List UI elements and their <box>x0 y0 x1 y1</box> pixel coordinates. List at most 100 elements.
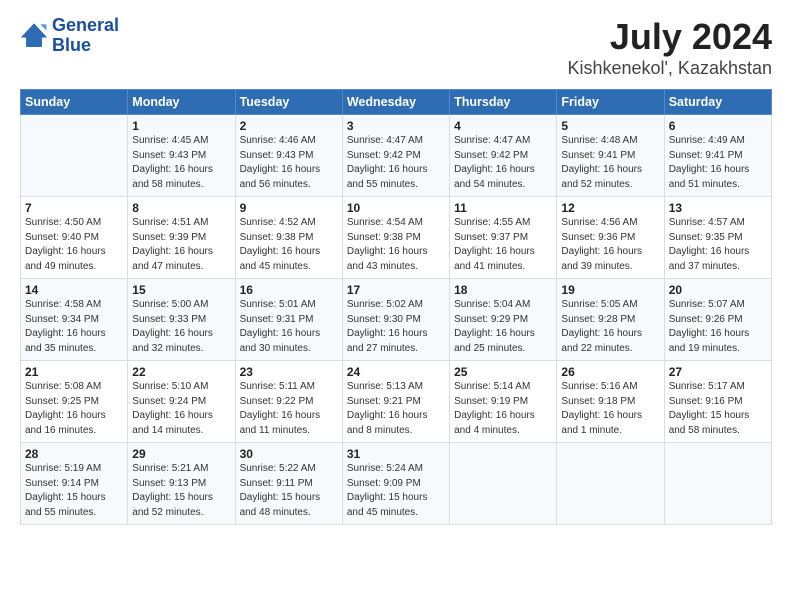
col-header-monday: Monday <box>128 90 235 115</box>
day-number: 22 <box>132 365 230 379</box>
day-number: 8 <box>132 201 230 215</box>
calendar-cell: 2Sunrise: 4:46 AM Sunset: 9:43 PM Daylig… <box>235 115 342 197</box>
cell-info: Sunrise: 5:19 AM Sunset: 9:14 PM Dayligh… <box>25 462 123 520</box>
cell-info: Sunrise: 5:21 AM Sunset: 9:13 PM Dayligh… <box>132 462 230 520</box>
calendar-cell: 31Sunrise: 5:24 AM Sunset: 9:09 PM Dayli… <box>342 443 449 525</box>
cell-info: Sunrise: 4:54 AM Sunset: 9:38 PM Dayligh… <box>347 216 445 274</box>
cell-info: Sunrise: 4:55 AM Sunset: 9:37 PM Dayligh… <box>454 216 552 274</box>
col-header-tuesday: Tuesday <box>235 90 342 115</box>
calendar-week-1: 1Sunrise: 4:45 AM Sunset: 9:43 PM Daylig… <box>21 115 772 197</box>
day-number: 1 <box>132 119 230 133</box>
cell-info: Sunrise: 5:00 AM Sunset: 9:33 PM Dayligh… <box>132 298 230 356</box>
col-header-saturday: Saturday <box>664 90 771 115</box>
page-title: July 2024 <box>567 16 772 58</box>
cell-info: Sunrise: 4:57 AM Sunset: 9:35 PM Dayligh… <box>669 216 767 274</box>
cell-info: Sunrise: 5:01 AM Sunset: 9:31 PM Dayligh… <box>240 298 338 356</box>
cell-info: Sunrise: 5:22 AM Sunset: 9:11 PM Dayligh… <box>240 462 338 520</box>
calendar-cell: 4Sunrise: 4:47 AM Sunset: 9:42 PM Daylig… <box>450 115 557 197</box>
cell-info: Sunrise: 4:52 AM Sunset: 9:38 PM Dayligh… <box>240 216 338 274</box>
day-number: 12 <box>561 201 659 215</box>
page: General Blue July 2024 Kishkenekol', Kaz… <box>0 0 792 612</box>
day-number: 2 <box>240 119 338 133</box>
cell-info: Sunrise: 4:58 AM Sunset: 9:34 PM Dayligh… <box>25 298 123 356</box>
title-block: July 2024 Kishkenekol', Kazakhstan <box>567 16 772 79</box>
calendar-cell: 13Sunrise: 4:57 AM Sunset: 9:35 PM Dayli… <box>664 197 771 279</box>
calendar-cell: 22Sunrise: 5:10 AM Sunset: 9:24 PM Dayli… <box>128 361 235 443</box>
day-number: 17 <box>347 283 445 297</box>
day-number: 15 <box>132 283 230 297</box>
day-number: 14 <box>25 283 123 297</box>
calendar-cell: 9Sunrise: 4:52 AM Sunset: 9:38 PM Daylig… <box>235 197 342 279</box>
cell-info: Sunrise: 5:02 AM Sunset: 9:30 PM Dayligh… <box>347 298 445 356</box>
header-row: SundayMondayTuesdayWednesdayThursdayFrid… <box>21 90 772 115</box>
calendar-cell: 14Sunrise: 4:58 AM Sunset: 9:34 PM Dayli… <box>21 279 128 361</box>
cell-info: Sunrise: 5:08 AM Sunset: 9:25 PM Dayligh… <box>25 380 123 438</box>
day-number: 20 <box>669 283 767 297</box>
logo: General Blue <box>20 16 119 56</box>
calendar-cell: 10Sunrise: 4:54 AM Sunset: 9:38 PM Dayli… <box>342 197 449 279</box>
day-number: 3 <box>347 119 445 133</box>
calendar-cell <box>557 443 664 525</box>
cell-info: Sunrise: 4:50 AM Sunset: 9:40 PM Dayligh… <box>25 216 123 274</box>
calendar-table: SundayMondayTuesdayWednesdayThursdayFrid… <box>20 89 772 525</box>
calendar-week-3: 14Sunrise: 4:58 AM Sunset: 9:34 PM Dayli… <box>21 279 772 361</box>
calendar-cell: 8Sunrise: 4:51 AM Sunset: 9:39 PM Daylig… <box>128 197 235 279</box>
day-number: 25 <box>454 365 552 379</box>
calendar-cell: 15Sunrise: 5:00 AM Sunset: 9:33 PM Dayli… <box>128 279 235 361</box>
calendar-cell: 29Sunrise: 5:21 AM Sunset: 9:13 PM Dayli… <box>128 443 235 525</box>
day-number: 4 <box>454 119 552 133</box>
logo-line2: Blue <box>52 36 119 56</box>
day-number: 31 <box>347 447 445 461</box>
day-number: 30 <box>240 447 338 461</box>
cell-info: Sunrise: 4:46 AM Sunset: 9:43 PM Dayligh… <box>240 134 338 192</box>
calendar-cell: 28Sunrise: 5:19 AM Sunset: 9:14 PM Dayli… <box>21 443 128 525</box>
cell-info: Sunrise: 5:16 AM Sunset: 9:18 PM Dayligh… <box>561 380 659 438</box>
cell-info: Sunrise: 5:13 AM Sunset: 9:21 PM Dayligh… <box>347 380 445 438</box>
calendar-week-5: 28Sunrise: 5:19 AM Sunset: 9:14 PM Dayli… <box>21 443 772 525</box>
calendar-cell: 1Sunrise: 4:45 AM Sunset: 9:43 PM Daylig… <box>128 115 235 197</box>
calendar-cell <box>21 115 128 197</box>
col-header-wednesday: Wednesday <box>342 90 449 115</box>
calendar-cell <box>450 443 557 525</box>
calendar-cell: 20Sunrise: 5:07 AM Sunset: 9:26 PM Dayli… <box>664 279 771 361</box>
calendar-cell: 21Sunrise: 5:08 AM Sunset: 9:25 PM Dayli… <box>21 361 128 443</box>
calendar-cell: 16Sunrise: 5:01 AM Sunset: 9:31 PM Dayli… <box>235 279 342 361</box>
day-number: 5 <box>561 119 659 133</box>
calendar-cell: 23Sunrise: 5:11 AM Sunset: 9:22 PM Dayli… <box>235 361 342 443</box>
day-number: 21 <box>25 365 123 379</box>
logo-icon <box>20 22 48 50</box>
cell-info: Sunrise: 5:05 AM Sunset: 9:28 PM Dayligh… <box>561 298 659 356</box>
calendar-cell: 7Sunrise: 4:50 AM Sunset: 9:40 PM Daylig… <box>21 197 128 279</box>
header: General Blue July 2024 Kishkenekol', Kaz… <box>20 16 772 79</box>
calendar-cell: 26Sunrise: 5:16 AM Sunset: 9:18 PM Dayli… <box>557 361 664 443</box>
calendar-cell: 6Sunrise: 4:49 AM Sunset: 9:41 PM Daylig… <box>664 115 771 197</box>
day-number: 27 <box>669 365 767 379</box>
cell-info: Sunrise: 5:11 AM Sunset: 9:22 PM Dayligh… <box>240 380 338 438</box>
cell-info: Sunrise: 4:56 AM Sunset: 9:36 PM Dayligh… <box>561 216 659 274</box>
calendar-cell: 12Sunrise: 4:56 AM Sunset: 9:36 PM Dayli… <box>557 197 664 279</box>
calendar-week-2: 7Sunrise: 4:50 AM Sunset: 9:40 PM Daylig… <box>21 197 772 279</box>
cell-info: Sunrise: 4:49 AM Sunset: 9:41 PM Dayligh… <box>669 134 767 192</box>
cell-info: Sunrise: 4:47 AM Sunset: 9:42 PM Dayligh… <box>454 134 552 192</box>
calendar-cell: 11Sunrise: 4:55 AM Sunset: 9:37 PM Dayli… <box>450 197 557 279</box>
col-header-sunday: Sunday <box>21 90 128 115</box>
day-number: 16 <box>240 283 338 297</box>
day-number: 18 <box>454 283 552 297</box>
calendar-cell: 17Sunrise: 5:02 AM Sunset: 9:30 PM Dayli… <box>342 279 449 361</box>
cell-info: Sunrise: 4:45 AM Sunset: 9:43 PM Dayligh… <box>132 134 230 192</box>
calendar-cell <box>664 443 771 525</box>
cell-info: Sunrise: 4:48 AM Sunset: 9:41 PM Dayligh… <box>561 134 659 192</box>
day-number: 6 <box>669 119 767 133</box>
logo-text: General Blue <box>52 16 119 56</box>
day-number: 23 <box>240 365 338 379</box>
calendar-cell: 3Sunrise: 4:47 AM Sunset: 9:42 PM Daylig… <box>342 115 449 197</box>
cell-info: Sunrise: 5:07 AM Sunset: 9:26 PM Dayligh… <box>669 298 767 356</box>
day-number: 11 <box>454 201 552 215</box>
calendar-cell: 25Sunrise: 5:14 AM Sunset: 9:19 PM Dayli… <box>450 361 557 443</box>
calendar-cell: 24Sunrise: 5:13 AM Sunset: 9:21 PM Dayli… <box>342 361 449 443</box>
day-number: 28 <box>25 447 123 461</box>
calendar-cell: 18Sunrise: 5:04 AM Sunset: 9:29 PM Dayli… <box>450 279 557 361</box>
day-number: 26 <box>561 365 659 379</box>
calendar-cell: 19Sunrise: 5:05 AM Sunset: 9:28 PM Dayli… <box>557 279 664 361</box>
page-subtitle: Kishkenekol', Kazakhstan <box>567 58 772 79</box>
